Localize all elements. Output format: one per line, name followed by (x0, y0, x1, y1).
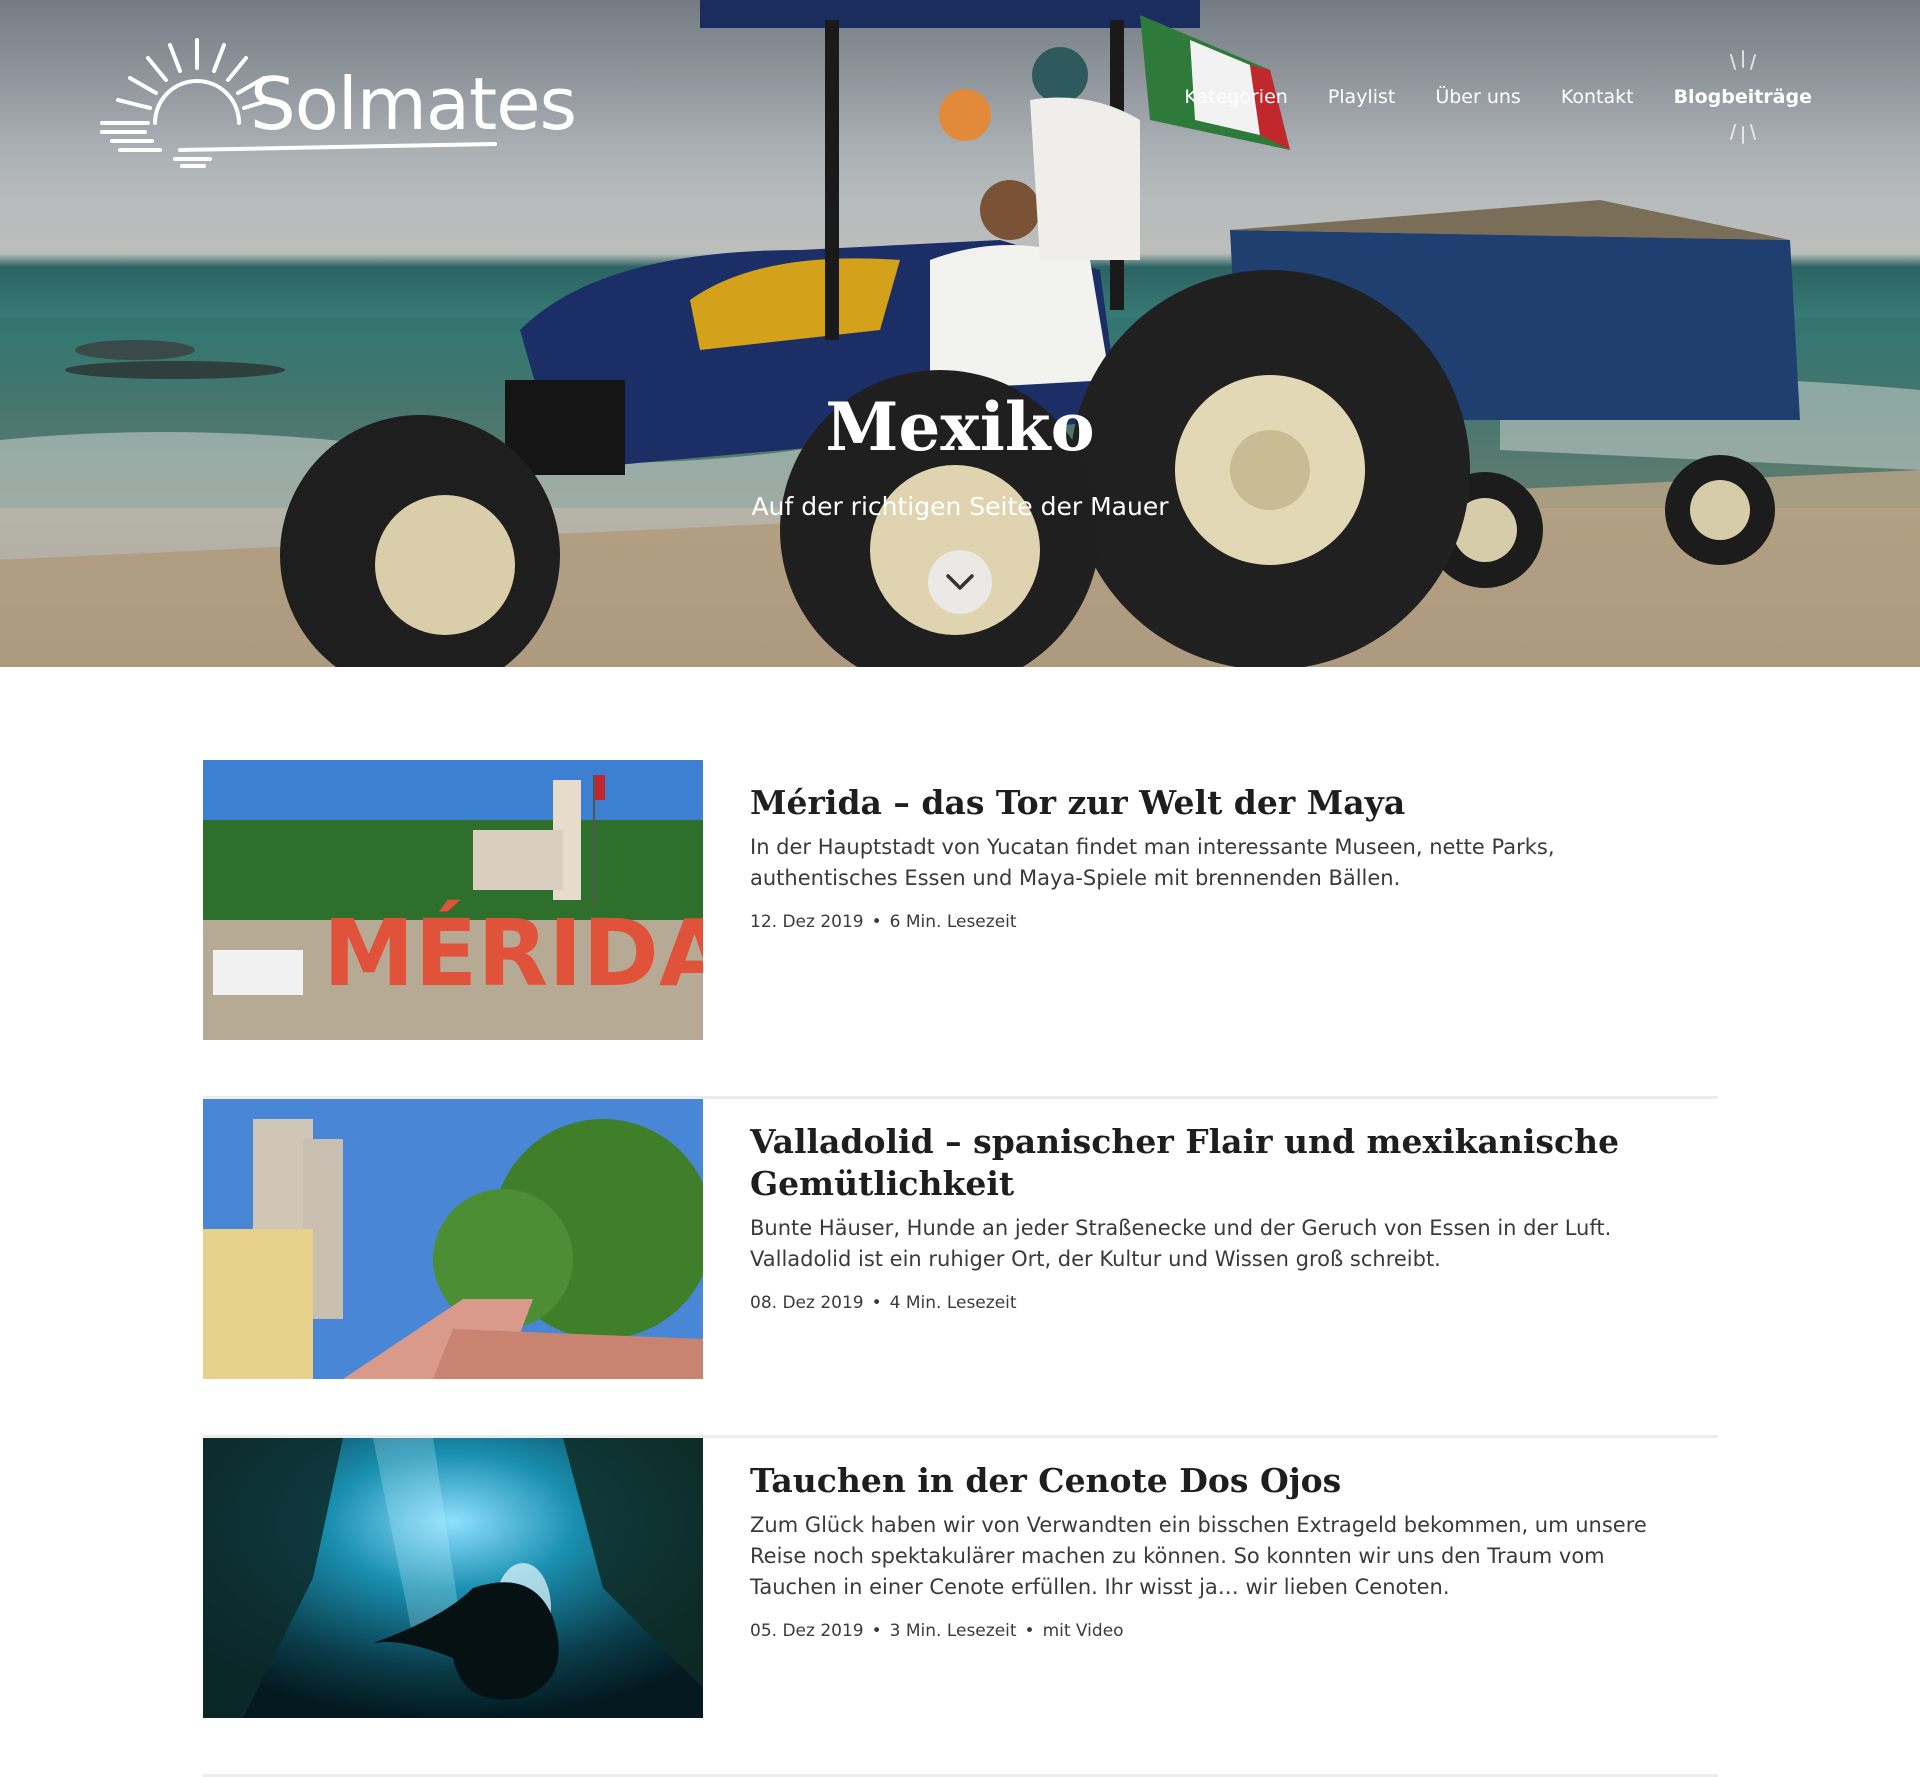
meta-separator: • (1024, 1621, 1035, 1641)
post-title[interactable]: Mérida – das Tor zur Welt der Maya (750, 782, 1680, 824)
post-meta: 12. Dez 2019 • 6 Min. Lesezeit (750, 912, 1680, 932)
post-item: Tauchen in der Cenote Dos Ojos Zum Glück… (203, 1438, 1718, 1777)
post-excerpt: Zum Glück haben wir von Verwandten ein b… (750, 1513, 1647, 1599)
main-nav: Kategorien Playlist Über uns Kontakt Blo… (1184, 50, 1812, 144)
post-reading-time: 4 Min. Lesezeit (889, 1293, 1017, 1313)
post-title[interactable]: Valladolid – spanischer Flair und mexika… (750, 1121, 1680, 1205)
post-date: 05. Dez 2019 (750, 1621, 864, 1641)
hero-banner: Solmates Kategorien Playlist Über uns Ko… (0, 0, 1920, 667)
logo-text[interactable]: Solmates (250, 62, 577, 146)
hero-title: Mexiko (825, 388, 1095, 466)
hero-subtitle: Auf der richtigen Seite der Mauer (751, 492, 1169, 521)
post-meta: 05. Dez 2019 • 3 Min. Lesezeit • mit Video (750, 1621, 1680, 1641)
merida-letters: MÉRIDA (323, 899, 703, 1007)
post-reading-time: 6 Min. Lesezeit (889, 912, 1017, 932)
nav-item-blogbeitraege[interactable]: Blogbeiträge (1673, 50, 1812, 144)
nav-item-ueber-uns[interactable]: Über uns (1435, 86, 1521, 108)
post-body: Valladolid – spanischer Flair und mexika… (750, 1121, 1680, 1313)
nav-item-kategorien[interactable]: Kategorien (1184, 86, 1287, 108)
meta-separator: • (871, 1293, 882, 1313)
nav-item-playlist[interactable]: Playlist (1328, 86, 1396, 108)
post-thumbnail-merida[interactable]: MÉRIDA (203, 760, 703, 1040)
post-date: 12. Dez 2019 (750, 912, 864, 932)
meta-separator: • (871, 912, 882, 932)
post-item: MÉRIDA Mérida – das Tor zur Welt der May… (203, 760, 1718, 1099)
post-excerpt: In der Hauptstadt von Yucatan findet man… (750, 835, 1555, 890)
post-thumbnail-cenote[interactable] (203, 1438, 703, 1718)
post-meta: 08. Dez 2019 • 4 Min. Lesezeit (750, 1293, 1680, 1313)
post-item: Valladolid – spanischer Flair und mexika… (203, 1099, 1718, 1438)
meta-separator: • (871, 1621, 882, 1641)
post-extra: mit Video (1042, 1621, 1124, 1641)
post-reading-time: 3 Min. Lesezeit (889, 1621, 1017, 1641)
scroll-down-button[interactable] (928, 550, 992, 614)
post-thumbnail-valladolid[interactable] (203, 1099, 703, 1379)
post-body: Mérida – das Tor zur Welt der Maya In de… (750, 782, 1680, 932)
chevron-down-icon (946, 574, 974, 590)
nav-item-blogbeitraege-label: Blogbeiträge (1673, 86, 1812, 108)
post-date: 08. Dez 2019 (750, 1293, 864, 1313)
post-list: MÉRIDA Mérida – das Tor zur Welt der May… (203, 760, 1718, 1777)
post-excerpt: Bunte Häuser, Hunde an jeder Straßenecke… (750, 1216, 1612, 1271)
post-title[interactable]: Tauchen in der Cenote Dos Ojos (750, 1460, 1680, 1502)
post-body: Tauchen in der Cenote Dos Ojos Zum Glück… (750, 1460, 1680, 1641)
nav-item-kontakt[interactable]: Kontakt (1561, 86, 1634, 108)
